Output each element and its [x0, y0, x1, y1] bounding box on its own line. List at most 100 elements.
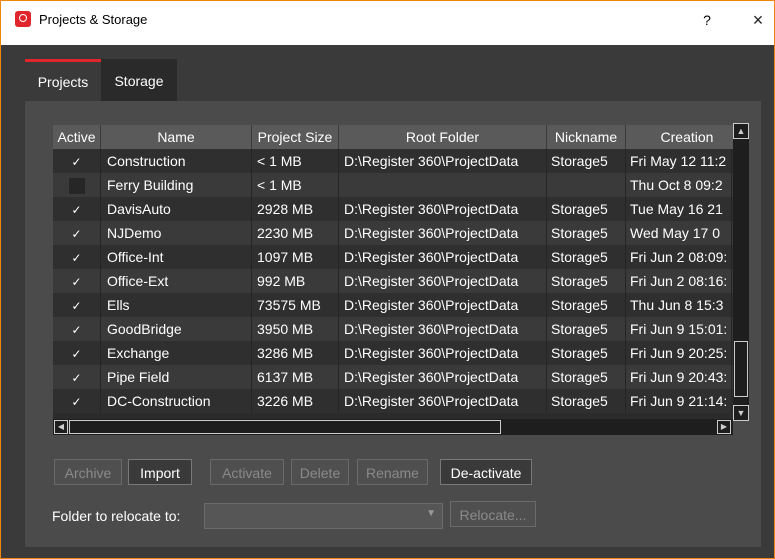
rename-button[interactable]: Rename: [357, 459, 428, 485]
horizontal-scrollbar[interactable]: ◀ ▶: [53, 419, 733, 435]
cell-creation: Thu Oct 8 09:2: [626, 173, 732, 197]
cell-nickname: Storage5: [547, 245, 626, 269]
cell-root-folder: D:\Register 360\ProjectData: [339, 197, 547, 221]
vertical-scrollbar[interactable]: ▲ ▼: [733, 123, 749, 421]
active-checkbox[interactable]: ✓: [53, 149, 101, 173]
cell-nickname: Storage5: [547, 221, 626, 245]
cell-creation: Fri May 12 11:2: [626, 149, 732, 173]
table-row[interactable]: ✓ Construction < 1 MB D:\Register 360\Proje…: [53, 149, 749, 173]
help-button[interactable]: ?: [697, 9, 717, 31]
delete-button[interactable]: Delete: [291, 459, 349, 485]
active-checkbox[interactable]: ✓: [53, 245, 101, 269]
checkmark-icon[interactable]: ✓: [70, 155, 84, 169]
checkmark-icon[interactable]: ✓: [70, 203, 84, 217]
active-checkbox[interactable]: ✓: [53, 293, 101, 317]
cell-size: < 1 MB: [252, 149, 339, 173]
scroll-down-icon[interactable]: ▼: [733, 405, 749, 421]
cell-root-folder: D:\Register 360\ProjectData: [339, 317, 547, 341]
cell-nickname: Storage5: [547, 389, 626, 413]
cell-root-folder: D:\Register 360\ProjectData: [339, 245, 547, 269]
tab-storage[interactable]: Storage: [101, 59, 177, 101]
cell-nickname: Storage5: [547, 341, 626, 365]
cell-size: 2230 MB: [252, 221, 339, 245]
column-header-nickname[interactable]: Nickname: [547, 125, 626, 149]
activate-button[interactable]: Activate: [210, 459, 284, 485]
table-row[interactable]: ✓ DavisAuto 2928 MB D:\Register 360\Project…: [53, 197, 749, 221]
active-checkbox[interactable]: ✓: [53, 197, 101, 221]
table-row[interactable]: ✓ DC-Construction 3226 MB D:\Register 360\P…: [53, 389, 749, 413]
cell-size: 3950 MB: [252, 317, 339, 341]
checkmark-icon[interactable]: ✓: [70, 323, 84, 337]
relocate-button[interactable]: Relocate...: [450, 501, 536, 527]
cell-size: 2928 MB: [252, 197, 339, 221]
checkmark-icon[interactable]: ✓: [70, 227, 84, 241]
checkmark-icon[interactable]: ✓: [70, 251, 84, 265]
active-checkbox[interactable]: ✓: [53, 365, 101, 389]
checkmark-icon[interactable]: ✓: [70, 371, 84, 385]
tab-projects[interactable]: Projects: [25, 59, 101, 101]
active-checkbox[interactable]: ✓: [53, 341, 101, 365]
column-header-creation[interactable]: Creation: [626, 125, 749, 149]
relocate-folder-dropdown[interactable]: ▼: [204, 503, 443, 529]
scroll-right-icon[interactable]: ▶: [717, 420, 731, 434]
deactivate-button[interactable]: De-activate: [440, 459, 532, 485]
vertical-scroll-thumb[interactable]: [734, 341, 748, 397]
cell-creation: Fri Jun 2 08:09:: [626, 245, 732, 269]
cell-root-folder: D:\Register 360\ProjectData: [339, 149, 547, 173]
column-header-name[interactable]: Name: [101, 125, 252, 149]
scroll-left-icon[interactable]: ◀: [54, 420, 68, 434]
table-row[interactable]: ✓ Exchange 3286 MB D:\Register 360\ProjectD…: [53, 341, 749, 365]
table-row[interactable]: ✓ Office-Ext 992 MB D:\Register 360\Project…: [53, 269, 749, 293]
cell-creation: Fri Jun 9 15:01:: [626, 317, 732, 341]
checkmark-icon[interactable]: ✓: [70, 275, 84, 289]
cell-name: DC-Construction: [101, 389, 252, 413]
cell-size: 6137 MB: [252, 365, 339, 389]
active-checkbox[interactable]: [53, 173, 101, 197]
active-checkbox[interactable]: ✓: [53, 221, 101, 245]
close-button[interactable]: ×: [747, 9, 769, 31]
active-checkbox[interactable]: ✓: [53, 317, 101, 341]
active-checkbox[interactable]: ✓: [53, 389, 101, 413]
cell-creation: Wed May 17 0: [626, 221, 732, 245]
window-title: Projects & Storage: [39, 12, 148, 27]
column-header-size[interactable]: Project Size: [252, 125, 339, 149]
table-row[interactable]: ✓ Office-Int 1097 MB D:\Register 360\Projec…: [53, 245, 749, 269]
checkmark-icon[interactable]: ✓: [70, 347, 84, 361]
cell-nickname: Storage5: [547, 269, 626, 293]
empty-checkbox[interactable]: [68, 178, 85, 195]
cell-creation: Fri Jun 2 08:16:: [626, 269, 732, 293]
checkmark-icon[interactable]: ✓: [70, 299, 84, 313]
horizontal-scroll-thumb[interactable]: [69, 420, 501, 434]
checkmark-icon[interactable]: ✓: [70, 395, 84, 409]
cell-root-folder: D:\Register 360\ProjectData: [339, 341, 547, 365]
active-checkbox[interactable]: ✓: [53, 269, 101, 293]
import-button[interactable]: Import: [128, 459, 192, 485]
cell-name: GoodBridge: [101, 317, 252, 341]
column-header-root-folder[interactable]: Root Folder: [339, 125, 547, 149]
projects-table: Active Name Project Size Root Folder Nic…: [53, 125, 749, 421]
table-row[interactable]: ✓ NJDemo 2230 MB D:\Register 360\ProjectDat…: [53, 221, 749, 245]
cell-creation: Tue May 16 21: [626, 197, 732, 221]
column-header-active[interactable]: Active: [53, 125, 101, 149]
title-bar: Projects & Storage ? ×: [1, 1, 774, 45]
cell-nickname: [547, 173, 626, 197]
table-row[interactable]: ✓ GoodBridge 3950 MB D:\Register 360\Projec…: [53, 317, 749, 341]
cell-nickname: Storage5: [547, 365, 626, 389]
cell-name: Ells: [101, 293, 252, 317]
cell-root-folder: D:\Register 360\ProjectData: [339, 269, 547, 293]
cell-name: Pipe Field: [101, 365, 252, 389]
cell-name: Office-Ext: [101, 269, 252, 293]
cell-nickname: Storage5: [547, 197, 626, 221]
cell-size: 73575 MB: [252, 293, 339, 317]
cell-root-folder: [339, 173, 547, 197]
archive-button[interactable]: Archive: [54, 459, 122, 485]
table-row[interactable]: ✓ Ells 73575 MB D:\Register 360\ProjectData…: [53, 293, 749, 317]
cell-nickname: Storage5: [547, 149, 626, 173]
cell-size: 992 MB: [252, 269, 339, 293]
cell-name: Ferry Building: [101, 173, 252, 197]
cell-root-folder: D:\Register 360\ProjectData: [339, 389, 547, 413]
scroll-up-icon[interactable]: ▲: [733, 123, 749, 139]
table-row[interactable]: ✓ Pipe Field 6137 MB D:\Register 360\Projec…: [53, 365, 749, 389]
cell-size: 3226 MB: [252, 389, 339, 413]
table-row[interactable]: Ferry Building < 1 MB Thu Oct 8 09:2: [53, 173, 749, 197]
